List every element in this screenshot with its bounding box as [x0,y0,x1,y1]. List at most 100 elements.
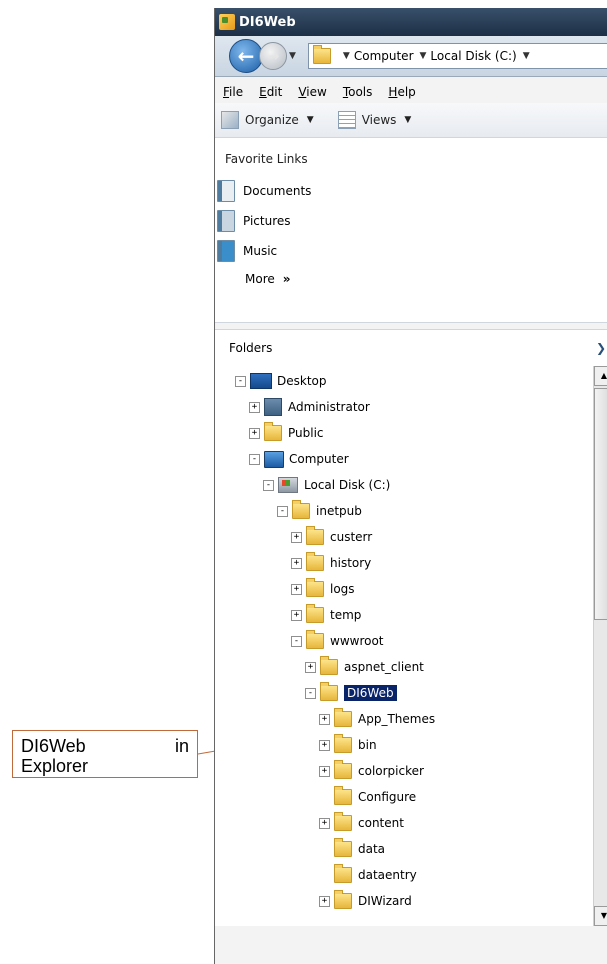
tree-node[interactable]: + bin [319,732,377,758]
menu-file[interactable]: File [223,85,243,99]
scroll-up-button[interactable]: ▲ [594,366,607,386]
navigation-bar: ← → ▼ ▼ Computer ▼ Local Disk (C:) ▼ [215,36,607,77]
tree-node-label: temp [330,608,362,622]
tree-node[interactable]: + DIWizard [319,888,412,914]
more-favorites-link[interactable]: More » [215,266,607,292]
organize-dropdown-icon: ▼ [306,115,314,125]
address-bar[interactable]: ▼ Computer ▼ Local Disk (C:) ▼ [307,43,607,69]
user-folder-icon [264,398,282,416]
collapse-icon[interactable]: - [277,505,288,517]
tree-node[interactable]: + logs [291,576,355,602]
tree-node-label: App_Themes [358,712,436,726]
expand-icon[interactable]: + [319,895,330,907]
double-chevron-icon: » [282,272,291,286]
window-title: DI6Web [239,14,296,30]
collapse-icon[interactable]: - [305,687,316,699]
callout-word-in: in [174,736,189,756]
favorite-label: Pictures [243,214,291,228]
breadcrumb-arrow-icon[interactable]: ▼ [420,51,427,61]
tree-node[interactable]: - DI6Web [305,680,397,706]
title-bar[interactable]: DI6Web [215,8,607,36]
collapse-icon[interactable]: - [249,453,260,465]
expand-icon[interactable]: + [305,661,316,673]
tree-node-label: history [330,556,372,570]
tree-node[interactable]: data [319,836,385,862]
tree-node[interactable]: - inetpub [277,498,362,524]
views-label: Views [361,113,397,127]
views-icon [337,111,356,129]
folder-icon [320,656,338,675]
tree-node[interactable]: + Administrator [249,394,370,420]
expand-icon[interactable]: + [319,817,330,829]
breadcrumb-computer[interactable]: Computer [354,49,414,63]
folders-header[interactable]: Folders ❯ [215,329,607,366]
folder-icon [306,604,324,623]
tree-node[interactable]: + aspnet_client [305,654,424,680]
expand-icon[interactable]: + [249,401,260,413]
menu-edit[interactable]: Edit [259,85,282,99]
favorite-pictures[interactable]: Pictures [215,206,607,236]
tree-node[interactable]: - Computer [249,446,349,472]
expand-icon[interactable]: + [291,609,302,621]
favorite-documents[interactable]: Documents [215,176,607,206]
music-icon [217,240,235,262]
tree-node[interactable]: + custerr [291,524,372,550]
tree-node[interactable]: dataentry [319,862,417,888]
chevron-down-icon[interactable]: ❯ [596,341,606,355]
collapse-icon[interactable]: - [263,479,274,491]
more-label: More [245,272,275,286]
documents-icon [217,180,235,202]
folder-icon [306,578,324,597]
expand-icon[interactable]: + [319,765,330,777]
tree-node[interactable]: + temp [291,602,361,628]
address-folder-icon [312,45,331,64]
tree-node-label: Public [288,426,324,440]
menu-tools[interactable]: Tools [343,85,373,99]
views-dropdown-icon: ▼ [404,115,412,125]
organize-button[interactable]: Organize ▼ [221,111,314,129]
expand-icon[interactable]: + [291,531,302,543]
breadcrumb-arrow-icon[interactable]: ▼ [523,51,530,61]
favorite-label: Documents [243,184,312,198]
menu-view[interactable]: View [298,85,326,99]
breadcrumb-arrow-icon[interactable]: ▼ [343,51,350,61]
tree-node[interactable]: + colorpicker [319,758,424,784]
folder-icon [334,890,352,909]
menu-help[interactable]: Help [388,85,415,99]
views-button[interactable]: Views ▼ [337,111,412,129]
tree-node[interactable]: + Public [249,420,324,446]
expand-icon[interactable]: + [249,427,260,439]
tree-node[interactable]: + history [291,550,371,576]
tree-node[interactable]: + content [319,810,404,836]
tree-node[interactable]: - Local Disk (C:) [263,472,390,498]
tree-node-label: custerr [330,530,373,544]
tree-node[interactable]: + App_Themes [319,706,435,732]
callout-word-explorer: Explorer [21,756,89,776]
back-button[interactable]: ← [229,39,263,73]
tree-node-label: Configure [358,790,417,804]
tree-node-label: aspnet_client [344,660,424,674]
favorite-music[interactable]: Music [215,236,607,266]
expand-icon[interactable]: + [319,713,330,725]
scroll-thumb[interactable] [594,388,607,620]
tree-node-label: inetpub [316,504,362,518]
scroll-down-button[interactable]: ▼ [594,906,607,926]
breadcrumb-local-disk[interactable]: Local Disk (C:) [430,49,516,63]
tree-node-label: Local Disk (C:) [304,478,391,492]
organize-icon [221,111,239,129]
folder-icon [334,760,352,779]
tree-node[interactable]: - Desktop [235,368,327,394]
folder-icon [334,864,352,883]
expand-icon[interactable]: + [319,739,330,751]
expand-icon[interactable]: + [291,583,302,595]
history-dropdown-icon[interactable]: ▼ [289,51,296,61]
expand-icon[interactable]: + [291,557,302,569]
tree-node[interactable]: - wwwroot [291,628,384,654]
folders-title: Folders [229,341,273,355]
vertical-scrollbar[interactable]: ▲ ▼ [593,366,607,926]
collapse-icon[interactable]: - [235,375,246,387]
forward-button[interactable]: → [259,42,287,70]
collapse-icon[interactable]: - [291,635,302,647]
tree-node[interactable]: Configure [319,784,416,810]
folder-icon [306,526,324,545]
